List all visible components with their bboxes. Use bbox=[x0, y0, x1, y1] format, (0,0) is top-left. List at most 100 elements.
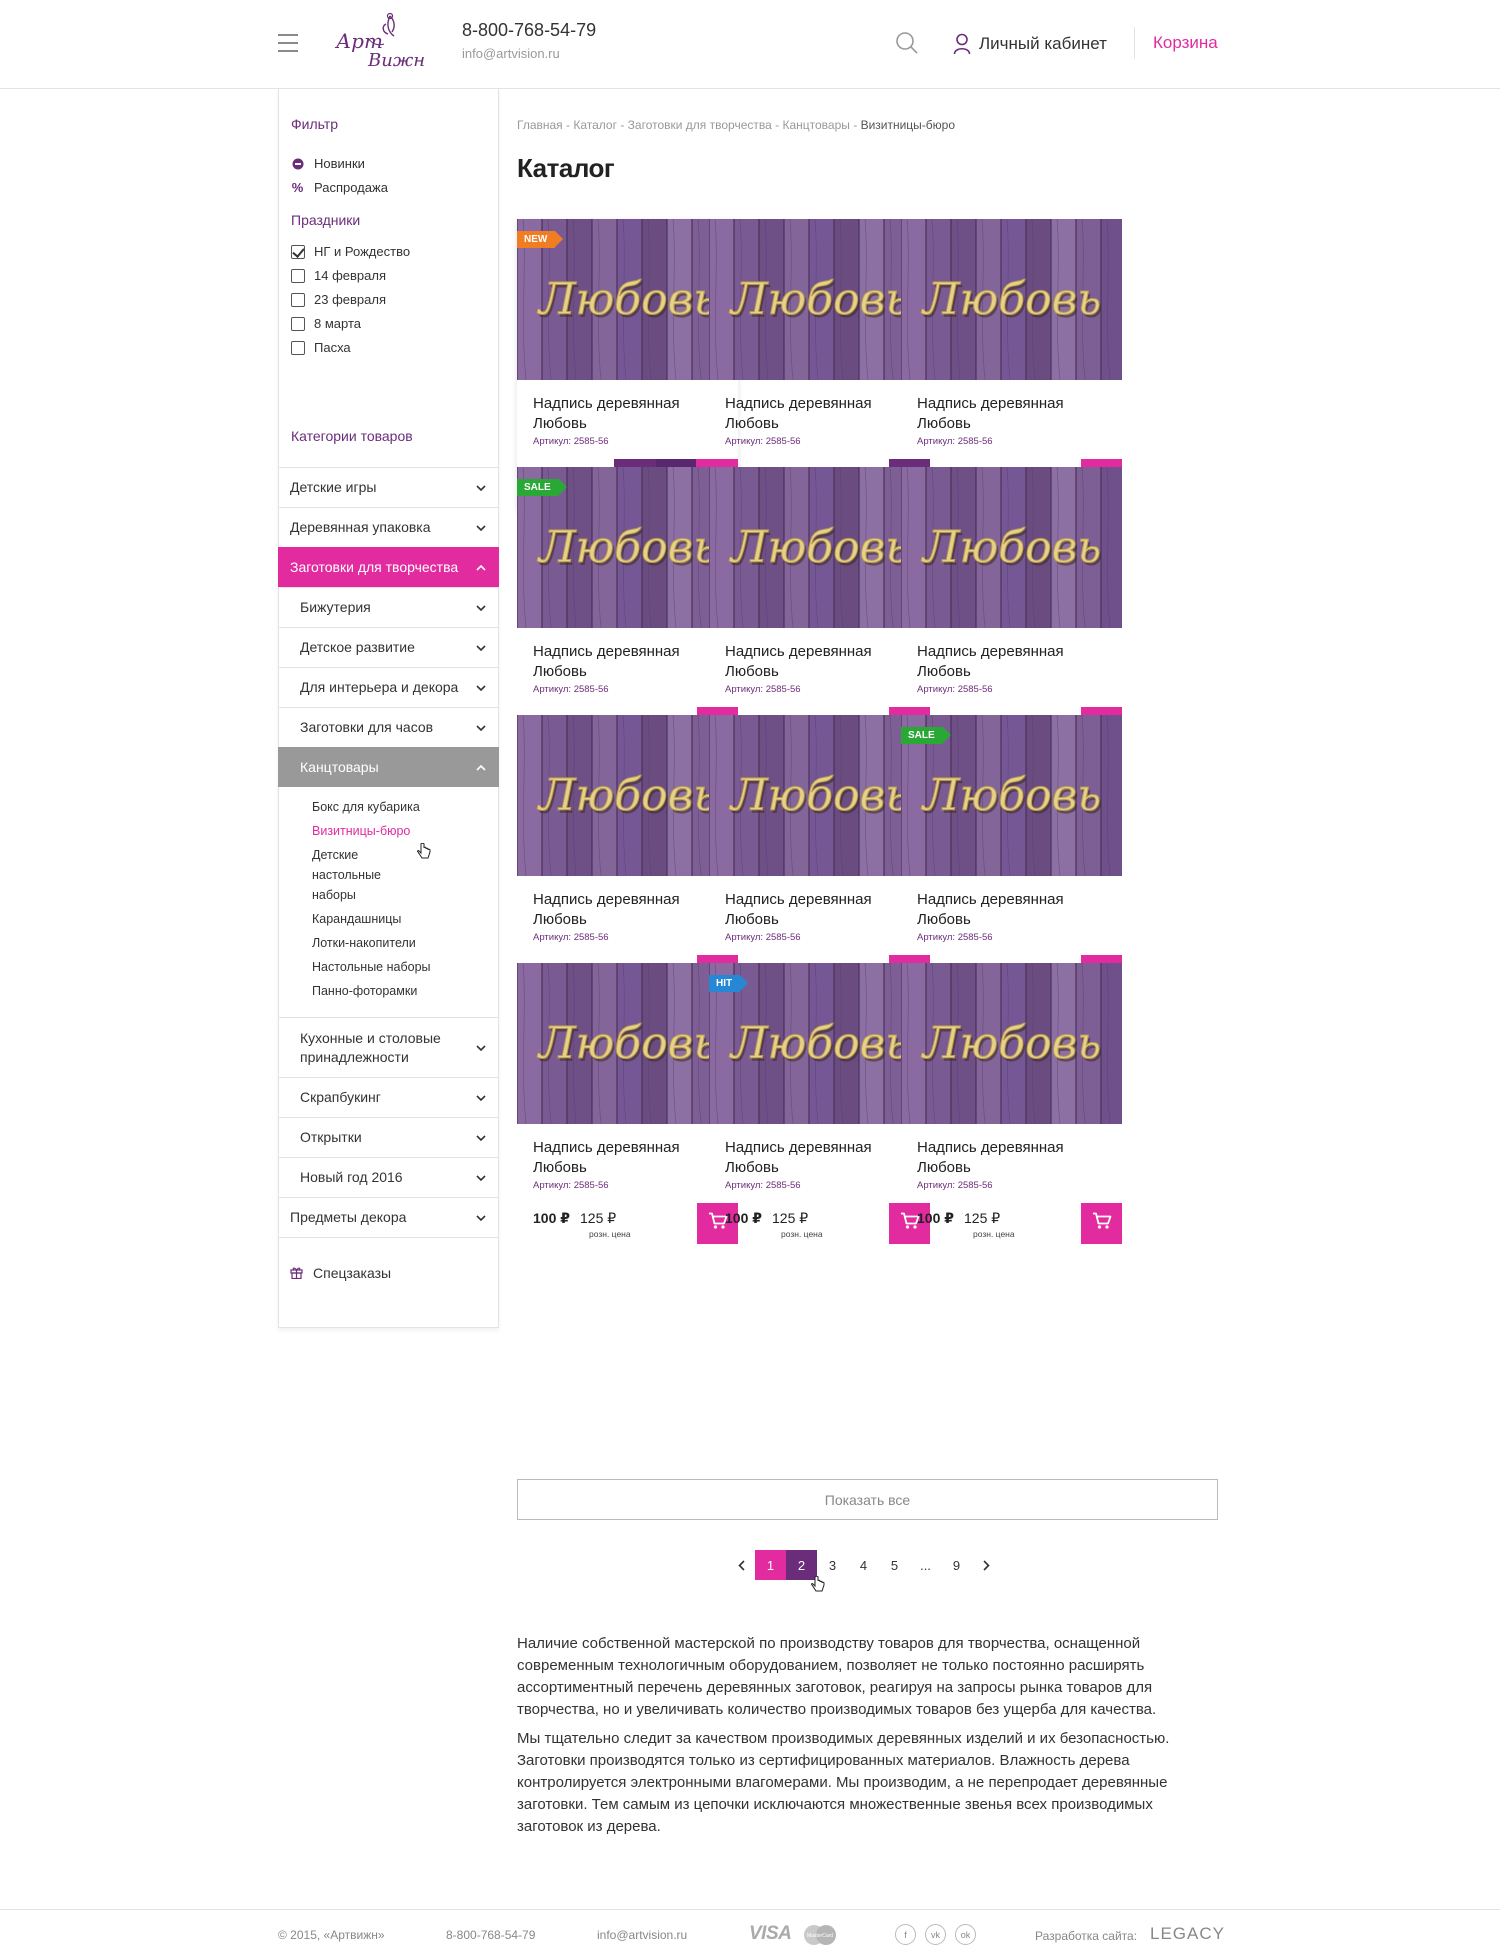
filter-item-sale[interactable]: % Распродажа bbox=[291, 180, 388, 195]
facebook-icon[interactable]: f bbox=[895, 1924, 916, 1945]
odnoklassniki-icon[interactable]: ok bbox=[955, 1924, 976, 1945]
footer-phone[interactable]: 8-800-768-54-79 bbox=[446, 1928, 535, 1942]
account-link[interactable]: Личный кабинет bbox=[953, 32, 1107, 56]
category-scrapbooking[interactable]: Скрапбукинг bbox=[278, 1077, 499, 1117]
product-name[interactable]: Надпись деревянная Любовь bbox=[725, 890, 915, 930]
product-name[interactable]: Надпись деревянная Любовь bbox=[725, 642, 915, 682]
category-clock-blanks[interactable]: Заготовки для часов bbox=[278, 707, 499, 747]
product-image[interactable]: Любовь Любовь bbox=[517, 963, 738, 1124]
holiday-checkbox-feb14[interactable]: 14 февраля bbox=[291, 268, 386, 283]
checkbox[interactable] bbox=[291, 340, 305, 355]
new-icon bbox=[291, 157, 304, 170]
product-name[interactable]: Надпись деревянная Любовь bbox=[917, 394, 1107, 434]
product-image[interactable]: Любовь Любовь bbox=[517, 715, 738, 876]
category-decor-items[interactable]: Предметы декора bbox=[278, 1197, 499, 1237]
show-all-button[interactable]: Показать все bbox=[517, 1479, 1218, 1520]
product-image[interactable]: Любовь Любовь bbox=[901, 467, 1122, 628]
special-orders-link[interactable]: Спецзаказы bbox=[278, 1237, 499, 1307]
subcategory-item[interactable]: Настольные наборы bbox=[278, 957, 499, 977]
category-postcards[interactable]: Открытки bbox=[278, 1117, 499, 1157]
product-name[interactable]: Надпись деревянная Любовь bbox=[917, 1138, 1107, 1178]
product-image[interactable]: Любовь Любовь HIT bbox=[709, 963, 930, 1124]
category-new-year-2016[interactable]: Новый год 2016 bbox=[278, 1157, 499, 1197]
product-image[interactable]: Любовь Любовь bbox=[709, 715, 930, 876]
breadcrumb-item[interactable]: Канцтовары bbox=[782, 118, 849, 132]
vk-icon[interactable]: vk bbox=[925, 1924, 946, 1945]
holiday-checkbox-ny[interactable]: НГ и Рождество bbox=[291, 244, 410, 259]
product-image[interactable]: Любовь Любовь bbox=[901, 963, 1122, 1124]
page-button-current[interactable]: 1 bbox=[755, 1550, 786, 1580]
filter-item-new[interactable]: Новинки bbox=[291, 156, 365, 171]
menu-icon[interactable] bbox=[278, 34, 298, 52]
next-page-button[interactable] bbox=[972, 1550, 1000, 1580]
product-name[interactable]: Надпись деревянная Любовь bbox=[533, 890, 723, 930]
checkbox[interactable] bbox=[291, 292, 305, 307]
page-button[interactable]: 4 bbox=[848, 1550, 879, 1580]
checkbox[interactable] bbox=[291, 268, 305, 283]
page-button[interactable]: 5 bbox=[879, 1550, 910, 1580]
chevron-down-icon bbox=[473, 480, 489, 496]
breadcrumb-separator: - bbox=[771, 118, 783, 132]
product-card[interactable]: Любовь Любовь Надпись деревянная Любовь Арт… bbox=[901, 963, 1122, 1254]
product-name[interactable]: Надпись деревянная Любовь bbox=[917, 642, 1107, 682]
developer-logo[interactable]: LEGACY bbox=[1150, 1924, 1225, 1944]
site-logo[interactable]: Арт Вижн bbox=[328, 10, 432, 74]
holiday-checkbox-easter[interactable]: Пасха bbox=[291, 340, 351, 355]
product-image[interactable]: Любовь Любовь SALE bbox=[901, 715, 1122, 876]
subcategory-item[interactable]: Карандашницы bbox=[278, 909, 499, 929]
subcategory-item[interactable]: Панно-фоторамки bbox=[278, 981, 499, 1001]
add-to-cart-button[interactable] bbox=[1081, 1203, 1122, 1244]
subcategory-item[interactable]: Бокс для кубарика bbox=[278, 797, 499, 817]
site-footer: © 2015, «Артвижн» 8-800-768-54-79 info@a… bbox=[0, 1909, 1500, 1960]
prev-page-button[interactable] bbox=[727, 1550, 755, 1580]
breadcrumb-item[interactable]: Заготовки для творчества bbox=[628, 118, 772, 132]
category-stationery[interactable]: Канцтовары bbox=[278, 747, 499, 787]
chevron-right-icon bbox=[982, 1559, 990, 1571]
category-kids-development[interactable]: Детское развитие bbox=[278, 627, 499, 667]
category-label: Детские игры bbox=[290, 479, 377, 495]
cart-link[interactable]: Корзина bbox=[1153, 33, 1218, 53]
subcategory-item[interactable]: Лотки-накопители bbox=[278, 933, 499, 953]
product-name[interactable]: Надпись деревянная Любовь bbox=[533, 642, 723, 682]
chevron-down-icon bbox=[473, 1170, 489, 1186]
product-image[interactable]: Любовь Любовь bbox=[709, 219, 930, 380]
page-button[interactable]: 9 bbox=[941, 1550, 972, 1580]
checkbox-checked[interactable] bbox=[291, 244, 305, 259]
product-name[interactable]: Надпись деревянная Любовь bbox=[725, 394, 915, 434]
header-phone[interactable]: 8-800-768-54-79 bbox=[462, 20, 596, 41]
product-image[interactable]: Любовь Любовь bbox=[901, 219, 1122, 380]
page-button[interactable]: 3 bbox=[817, 1550, 848, 1580]
category-craft-blanks[interactable]: Заготовки для творчества bbox=[278, 547, 499, 587]
product-image[interactable]: Любовь Любовь SALE bbox=[517, 467, 738, 628]
category-jewelry[interactable]: Бижутерия bbox=[278, 587, 499, 627]
logo-text-2: Вижн bbox=[367, 50, 425, 71]
subcategory-item[interactable]: Детские настольные наборы bbox=[278, 845, 428, 905]
product-name[interactable]: Надпись деревянная Любовь bbox=[533, 1138, 723, 1178]
category-interior-decor[interactable]: Для интерьера и декора bbox=[278, 667, 499, 707]
chevron-down-icon bbox=[473, 680, 489, 696]
product-image[interactable]: Любовь Любовь NEW bbox=[517, 219, 738, 380]
product-retail-label: розн. цена bbox=[589, 1229, 631, 1239]
product-name[interactable]: Надпись деревянная Любовь bbox=[917, 890, 1107, 930]
product-name[interactable]: Надпись деревянная Любовь bbox=[533, 394, 723, 434]
product-name[interactable]: Надпись деревянная Любовь bbox=[725, 1138, 915, 1178]
header-email[interactable]: info@artvision.ru bbox=[462, 46, 560, 61]
breadcrumb-item[interactable]: Главная bbox=[517, 118, 563, 132]
search-icon[interactable] bbox=[895, 31, 919, 55]
holiday-checkbox-feb23[interactable]: 23 февраля bbox=[291, 292, 386, 307]
category-kids-games[interactable]: Детские игры bbox=[278, 467, 499, 507]
holiday-label: Пасха bbox=[314, 340, 351, 355]
holiday-checkbox-mar8[interactable]: 8 марта bbox=[291, 316, 361, 331]
subcategory-item-current[interactable]: Визитницы-бюро bbox=[278, 821, 499, 841]
category-wood-packaging[interactable]: Деревянная упаковка bbox=[278, 507, 499, 547]
product-image[interactable]: Любовь Любовь bbox=[709, 467, 930, 628]
footer-email[interactable]: info@artvision.ru bbox=[597, 1928, 687, 1942]
breadcrumb-item[interactable]: Каталог bbox=[573, 118, 617, 132]
page-button-hovered[interactable]: 2 bbox=[786, 1550, 817, 1580]
product-card[interactable]: Любовь Любовь Надпись деревянная Любовь Арт… bbox=[517, 963, 738, 1254]
category-kitchen[interactable]: Кухонные и столовые принадлежности bbox=[278, 1017, 499, 1077]
gift-icon bbox=[290, 1266, 303, 1279]
checkbox[interactable] bbox=[291, 316, 305, 331]
product-sku: Артикул: 2585-56 bbox=[917, 932, 993, 943]
product-card[interactable]: Любовь Любовь HIT Надпись деревянная Любовь… bbox=[709, 963, 930, 1254]
